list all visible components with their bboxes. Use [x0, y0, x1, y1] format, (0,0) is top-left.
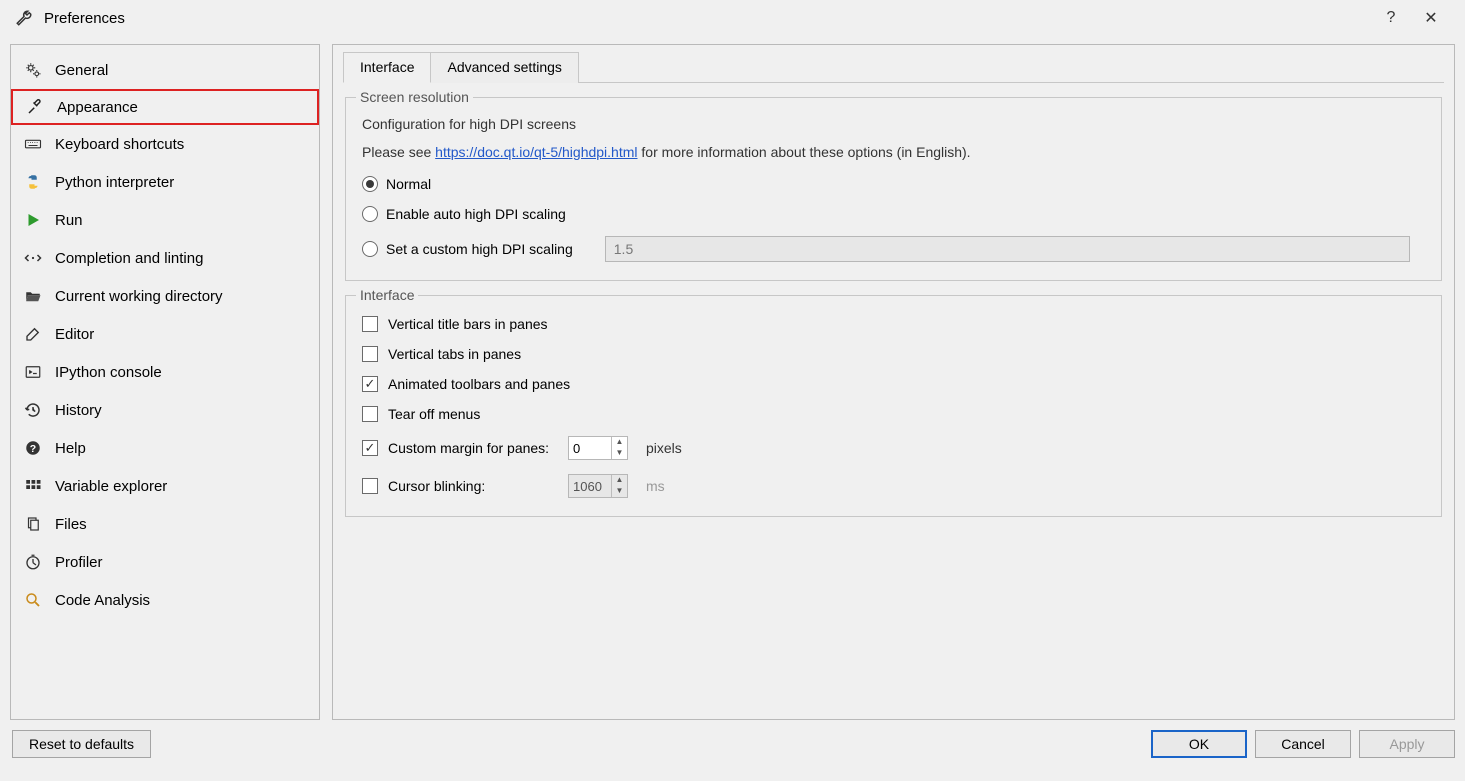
help-icon: ?: [23, 438, 43, 458]
cancel-button[interactable]: Cancel: [1255, 730, 1351, 758]
sidebar-item-run[interactable]: Run: [11, 201, 319, 239]
sidebar-item-current-working-directory[interactable]: Current working directory: [11, 277, 319, 315]
cursor-blinking-spinner: ▲▼: [568, 474, 628, 498]
custom-dpi-input: [605, 236, 1410, 262]
sidebar-item-general[interactable]: General: [11, 51, 319, 89]
sidebar-item-label: Variable explorer: [55, 478, 167, 495]
tab-advanced-settings[interactable]: Advanced settings: [431, 52, 578, 83]
sidebar-item-completion-linting[interactable]: Completion and linting: [11, 239, 319, 277]
window-title: Preferences: [44, 10, 125, 27]
sidebar-item-label: Editor: [55, 326, 94, 343]
radio-auto-dpi[interactable]: [362, 206, 378, 222]
sidebar-item-variable-explorer[interactable]: Variable explorer: [11, 467, 319, 505]
screen-res-info: Please see https://doc.qt.io/qt-5/highdp…: [362, 144, 971, 160]
highdpi-link[interactable]: https://doc.qt.io/qt-5/highdpi.html: [435, 144, 637, 160]
sidebar-item-editor[interactable]: Editor: [11, 315, 319, 353]
tab-interface[interactable]: Interface: [343, 52, 431, 83]
checkbox-label: Vertical title bars in panes: [388, 316, 548, 332]
history-icon: [23, 400, 43, 420]
cursor-blinking-value: [569, 475, 611, 497]
keyboard-icon: [23, 134, 43, 154]
play-icon: [23, 210, 43, 230]
svg-text:?: ?: [30, 443, 36, 455]
sidebar-item-label: Appearance: [57, 99, 138, 116]
sidebar-item-code-analysis[interactable]: Code Analysis: [11, 581, 319, 619]
wrench-icon: [14, 8, 34, 28]
checkbox-label: Cursor blinking:: [388, 478, 558, 494]
edit-icon: [23, 324, 43, 344]
sidebar-item-label: IPython console: [55, 364, 162, 381]
spinner-arrows: ▲▼: [611, 475, 627, 497]
close-button[interactable]: ✕: [1411, 8, 1451, 28]
content-pane: Interface Advanced settings Screen resol…: [332, 44, 1455, 720]
files-icon: [23, 514, 43, 534]
grid-icon: [23, 476, 43, 496]
sidebar-item-files[interactable]: Files: [11, 505, 319, 543]
group-interface: Interface Vertical title bars in panes V…: [345, 295, 1442, 517]
cursor-blinking-unit: ms: [646, 478, 665, 494]
title-bar: Preferences ? ✕: [0, 0, 1465, 36]
sidebar-item-label: History: [55, 402, 102, 419]
sidebar-item-label: Run: [55, 212, 83, 229]
screen-res-subtitle: Configuration for high DPI screens: [362, 116, 576, 132]
sidebar-item-appearance[interactable]: Appearance: [11, 89, 319, 125]
radio-auto-dpi-label: Enable auto high DPI scaling: [386, 206, 566, 222]
sidebar-item-label: Python interpreter: [55, 174, 174, 191]
ok-button[interactable]: OK: [1151, 730, 1247, 758]
reset-to-defaults-button[interactable]: Reset to defaults: [12, 730, 151, 758]
custom-margin-spinner[interactable]: ▲▼: [568, 436, 628, 460]
sidebar-item-label: Current working directory: [55, 288, 223, 305]
group-legend: Screen resolution: [356, 89, 473, 105]
checkbox-vertical-tabs[interactable]: [362, 346, 378, 362]
group-screen-resolution: Screen resolution Configuration for high…: [345, 97, 1442, 281]
checkbox-animated-toolbars[interactable]: [362, 376, 378, 392]
checkbox-custom-margin[interactable]: [362, 440, 378, 456]
sidebar: General Appearance Keyboard shortcuts Py…: [10, 44, 320, 720]
console-icon: [23, 362, 43, 382]
group-legend: Interface: [356, 287, 418, 303]
dialog-footer: Reset to defaults OK Cancel Apply: [0, 724, 1465, 764]
sidebar-item-profiler[interactable]: Profiler: [11, 543, 319, 581]
sidebar-item-history[interactable]: History: [11, 391, 319, 429]
sidebar-item-label: Completion and linting: [55, 250, 203, 267]
checkbox-label: Animated toolbars and panes: [388, 376, 570, 392]
checkbox-label: Tear off menus: [388, 406, 480, 422]
magnifier-icon: [23, 590, 43, 610]
radio-custom-dpi-label: Set a custom high DPI scaling: [386, 241, 573, 257]
checkbox-vertical-title-bars[interactable]: [362, 316, 378, 332]
sidebar-item-label: Files: [55, 516, 87, 533]
sidebar-item-label: Profiler: [55, 554, 103, 571]
checkbox-label: Vertical tabs in panes: [388, 346, 521, 362]
custom-margin-unit: pixels: [646, 440, 682, 456]
python-icon: [23, 172, 43, 192]
custom-margin-value[interactable]: [569, 437, 611, 459]
checkbox-tear-off-menus[interactable]: [362, 406, 378, 422]
radio-custom-dpi[interactable]: [362, 241, 378, 257]
spinner-arrows[interactable]: ▲▼: [611, 437, 627, 459]
sidebar-item-label: Keyboard shortcuts: [55, 136, 184, 153]
sidebar-item-label: General: [55, 62, 108, 79]
apply-button: Apply: [1359, 730, 1455, 758]
sidebar-item-ipython-console[interactable]: IPython console: [11, 353, 319, 391]
checkbox-cursor-blinking[interactable]: [362, 478, 378, 494]
tabs: Interface Advanced settings: [343, 51, 1444, 83]
folder-open-icon: [23, 286, 43, 306]
checkbox-label: Custom margin for panes:: [388, 440, 558, 456]
gears-icon: [23, 60, 43, 80]
radio-normal[interactable]: [362, 176, 378, 192]
eyedropper-icon: [25, 97, 45, 117]
sidebar-item-python-interpreter[interactable]: Python interpreter: [11, 163, 319, 201]
help-button[interactable]: ?: [1371, 9, 1411, 27]
sidebar-item-keyboard-shortcuts[interactable]: Keyboard shortcuts: [11, 125, 319, 163]
sidebar-item-help[interactable]: ? Help: [11, 429, 319, 467]
radio-normal-label: Normal: [386, 176, 431, 192]
sidebar-item-label: Help: [55, 440, 86, 457]
sidebar-item-label: Code Analysis: [55, 592, 150, 609]
completion-icon: [23, 248, 43, 268]
clock-icon: [23, 552, 43, 572]
